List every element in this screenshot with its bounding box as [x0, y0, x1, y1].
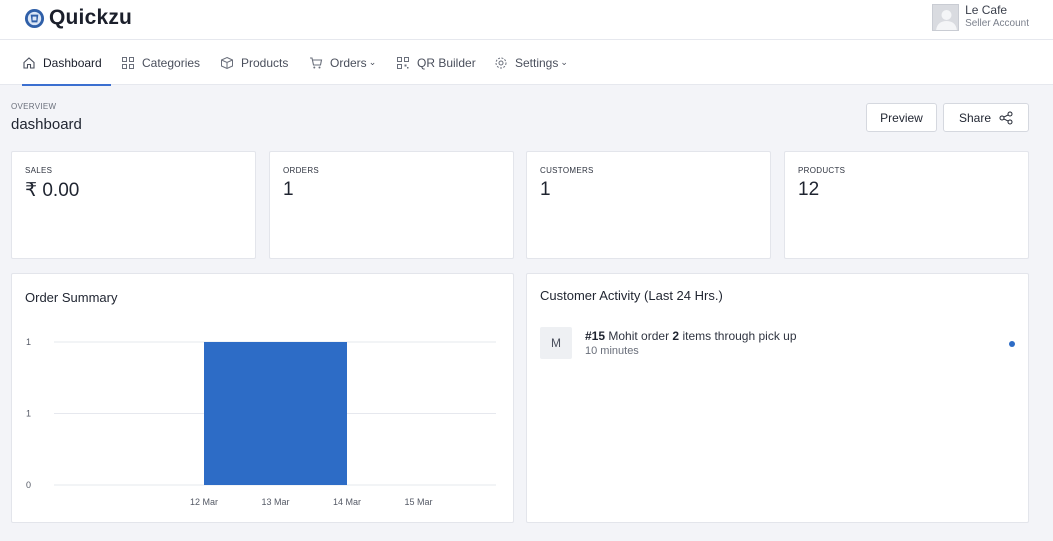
stat-value: 1 [540, 179, 551, 200]
y-tick-label: 1 [26, 409, 31, 419]
activity-time: 10 minutes [585, 345, 639, 357]
user-silhouette-icon [936, 10, 957, 30]
nav-categories-label: Categories [142, 55, 201, 70]
customer-activity-panel: Customer Activity (Last 24 Hrs.) M #15 M… [526, 273, 1029, 523]
user-name: Le Cafe [965, 3, 1008, 17]
app-name: Quickzu [49, 6, 133, 29]
box-icon [221, 56, 233, 69]
x-tick-label: 13 Mar [261, 497, 289, 507]
top-bar: Quickzu Le Cafe Seller Account [0, 0, 1053, 40]
preview-button-label: Preview [880, 110, 923, 125]
unread-dot [1009, 341, 1015, 347]
activity-suffix: items through pick up [682, 329, 797, 343]
stat-label: SALES [25, 166, 53, 175]
nav-dashboard-label: Dashboard [43, 55, 102, 70]
nav-qr-builder-label: QR Builder [417, 55, 476, 70]
share-button-label: Share [958, 110, 992, 125]
logo-icon [24, 8, 45, 28]
nav-orders-label: Orders [330, 55, 367, 70]
bar[interactable] [204, 342, 347, 485]
share-button[interactable]: Share [943, 103, 1029, 132]
stat-label: PRODUCTS [798, 166, 846, 175]
grid-icon [122, 56, 134, 69]
preview-button[interactable]: Preview [866, 103, 937, 132]
order-summary-chart: 1 1 0 12 Mar 13 Mar 14 Mar 15 Mar [26, 337, 496, 507]
nav-orders[interactable]: Orders ⌄ [309, 40, 376, 85]
avatar [932, 4, 960, 31]
stat-value: 1 [283, 179, 294, 200]
x-tick-label: 14 Mar [333, 497, 361, 507]
activity-title: Customer Activity (Last 24 Hrs.) [540, 288, 723, 303]
order-summary-panel: Order Summary 1 1 0 12 Mar 13 Mar 14 Mar 15 Ma… [11, 273, 514, 523]
cart-icon [310, 56, 323, 68]
nav-products[interactable]: Products [220, 40, 288, 85]
stat-label: ORDERS [283, 166, 320, 175]
activity-avatar: M [540, 327, 572, 359]
stat-card-sales: SALES ₹ 0.00 [11, 151, 256, 259]
stat-label: CUSTOMERS [540, 166, 594, 175]
y-tick-label: 1 [26, 337, 31, 347]
x-tick-label: 15 Mar [404, 497, 432, 507]
y-tick-label: 0 [26, 480, 31, 490]
nav-settings-label: Settings [515, 55, 559, 70]
x-tick-label: 12 Mar [190, 497, 218, 507]
nav-dashboard[interactable]: Dashboard [22, 40, 111, 86]
activity-text: #15 Mohit order 2 items through pick up [585, 329, 797, 343]
chevron-down-icon: ⌄ [560, 57, 568, 67]
activity-item[interactable]: M #15 Mohit order 2 items through pick u… [540, 327, 1015, 361]
activity-prefix: Mohit order [608, 329, 670, 343]
stat-value: 12 [798, 179, 820, 200]
stat-card-products: PRODUCTS 12 [784, 151, 1029, 259]
nav-settings[interactable]: Settings ⌄ [494, 40, 568, 85]
stat-value: ₹ 0.00 [25, 180, 80, 201]
home-icon [23, 56, 35, 69]
activity-item-count: 2 [672, 329, 680, 343]
stat-card-customers: CUSTOMERS 1 [526, 151, 771, 259]
gear-icon [495, 57, 507, 68]
share-icon [999, 111, 1013, 124]
nav-categories[interactable]: Categories [121, 40, 200, 85]
user-role: Seller Account [965, 18, 1029, 29]
nav-qr-builder[interactable]: QR Builder [396, 40, 476, 85]
brand[interactable]: Quickzu [24, 6, 132, 30]
stat-card-orders: ORDERS 1 [269, 151, 514, 259]
chevron-down-icon: ⌄ [368, 57, 377, 67]
main-nav: Dashboard Categories Products Orders ⌄ Q… [0, 40, 1053, 86]
activity-order-number: #15 [585, 329, 606, 343]
page-overline: OVERVIEW [11, 102, 57, 111]
nav-products-label: Products [241, 55, 289, 70]
page-title: dashboard [11, 116, 82, 133]
qr-icon [397, 56, 409, 69]
account-menu[interactable]: Le Cafe Seller Account [932, 4, 1029, 31]
